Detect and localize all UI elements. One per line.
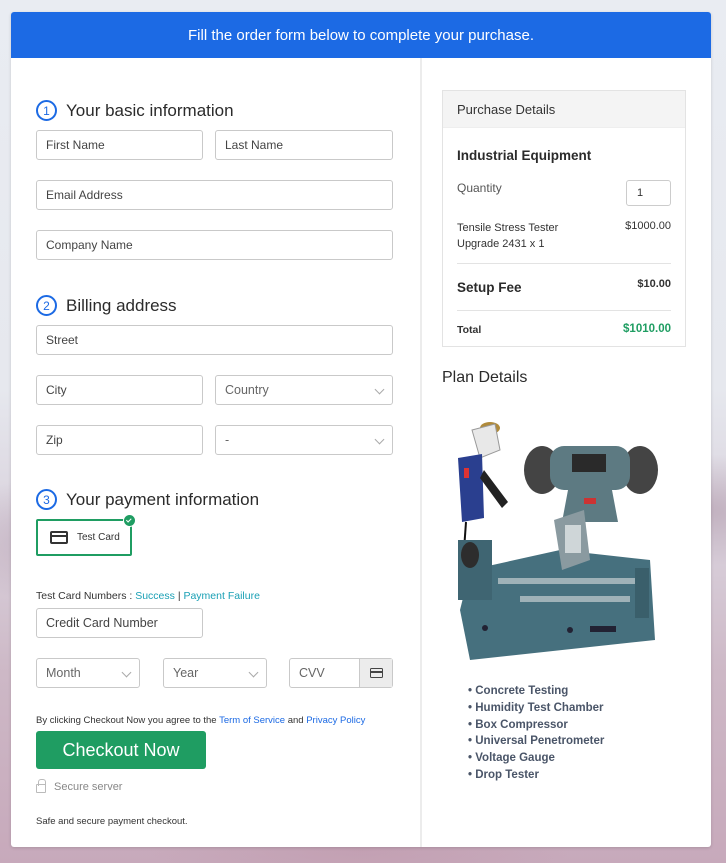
state-select[interactable]: - [215,425,393,455]
credit-card-icon [50,531,68,544]
checkout-button[interactable]: Checkout Now [36,731,206,769]
setup-fee-label: Setup Fee [457,280,522,295]
first-name-input[interactable]: First Name [36,130,203,160]
feature-item: Concrete Testing [468,683,604,700]
total-value: $1010.00 [623,323,671,335]
cvv-help-button[interactable] [359,659,392,687]
chevron-down-icon [374,384,385,395]
chevron-down-icon [374,434,385,445]
feature-item: Voltage Gauge [468,750,604,767]
test-card-option[interactable]: Test Card [36,514,136,556]
section-title: Your basic information [66,100,234,120]
section-title: Your payment information [66,489,260,509]
terms-link[interactable]: Term of Service [219,715,285,726]
safe-checkout-text: Safe and secure payment checkout. [36,816,188,827]
street-input[interactable]: Street [36,325,393,355]
plan-features-list: Concrete Testing Humidity Test Chamber B… [468,683,604,784]
separator: | [177,590,181,602]
placeholder: Last Name [225,138,284,152]
item-name: Tensile Stress Tester Upgrade 2431 x 1 [457,222,559,250]
secure-server-label: Secure server [54,780,123,793]
section-payment: 3 Your payment information [36,489,259,510]
lock-icon [36,779,46,793]
product-image [458,422,658,660]
angle-grinder-graphic [458,422,508,551]
card-option-label: Test Card [77,532,120,543]
header-banner: Fill the order form below to complete yo… [11,12,711,58]
feature-item: Humidity Test Chamber [468,700,604,717]
success-link[interactable]: Success [135,590,175,602]
chevron-down-icon [248,667,259,678]
country-select[interactable]: Country [215,375,393,405]
item-price: $1000.00 [625,220,671,232]
agreement-text: By clicking Checkout Now you agree to th… [36,715,365,726]
step-3-icon: 3 [36,489,57,510]
bench-grinder-graphic [524,446,658,522]
placeholder: Street [46,333,79,347]
placeholder: Zip [46,433,63,447]
placeholder: CVV [299,666,325,680]
last-name-input[interactable]: Last Name [215,130,393,160]
agree-prefix: By clicking Checkout Now you agree to th… [36,715,217,726]
placeholder: First Name [46,138,105,152]
email-input[interactable]: Email Address [36,180,393,210]
form-column: 1 Your basic information First Name Last… [11,58,420,847]
selected-value: Country [225,383,269,397]
cvv-input[interactable]: CVV [289,658,393,688]
placeholder: City [46,383,67,397]
credit-card-icon [369,668,383,678]
placeholder: Credit Card Number [46,616,158,630]
order-form-card: Fill the order form below to complete yo… [11,12,711,847]
year-select[interactable]: Year [163,658,267,688]
company-input[interactable]: Company Name [36,230,393,260]
feature-item: Box Compressor [468,717,604,734]
purchase-details-header: Purchase Details [443,91,685,128]
zip-input[interactable]: Zip [36,425,203,455]
selected-value: Month [46,666,81,680]
quantity-input[interactable]: 1 [626,180,671,206]
placeholder: Company Name [46,238,133,252]
selected-value: Year [173,666,199,680]
month-select[interactable]: Month [36,658,140,688]
feature-item: Universal Penetrometer [468,733,604,750]
city-input[interactable]: City [36,375,203,405]
secure-server: Secure server [36,779,123,793]
cnc-lathe-graphic [458,510,655,660]
section-title: Billing address [66,295,177,315]
summary-column: Purchase Details Industrial Equipment Qu… [422,58,711,847]
selected-value: - [225,433,230,447]
plan-details-title: Plan Details [442,369,528,386]
product-title: Industrial Equipment [457,148,592,163]
section-billing: 2 Billing address [36,295,177,316]
section-basic-info: 1 Your basic information [36,100,234,121]
divider [457,310,671,311]
divider [457,263,671,264]
test-numbers-label: Test Card Numbers : [36,590,133,602]
privacy-link[interactable]: Privacy Policy [306,715,365,726]
setup-fee-value: $10.00 [637,278,671,290]
total-label: Total [457,324,482,336]
feature-item: Drop Tester [468,767,604,784]
test-card-numbers: Test Card Numbers : Success | Payment Fa… [36,590,260,602]
step-1-icon: 1 [36,100,57,121]
chevron-down-icon [121,667,132,678]
purchase-details-panel: Purchase Details Industrial Equipment Qu… [442,90,686,347]
payment-failure-link[interactable]: Payment Failure [183,590,259,602]
card-number-input[interactable]: Credit Card Number [36,608,203,638]
check-icon [123,514,136,527]
placeholder: Email Address [46,188,123,202]
and-text: and [287,715,304,726]
quantity-label: Quantity [457,181,502,195]
step-2-icon: 2 [36,295,57,316]
